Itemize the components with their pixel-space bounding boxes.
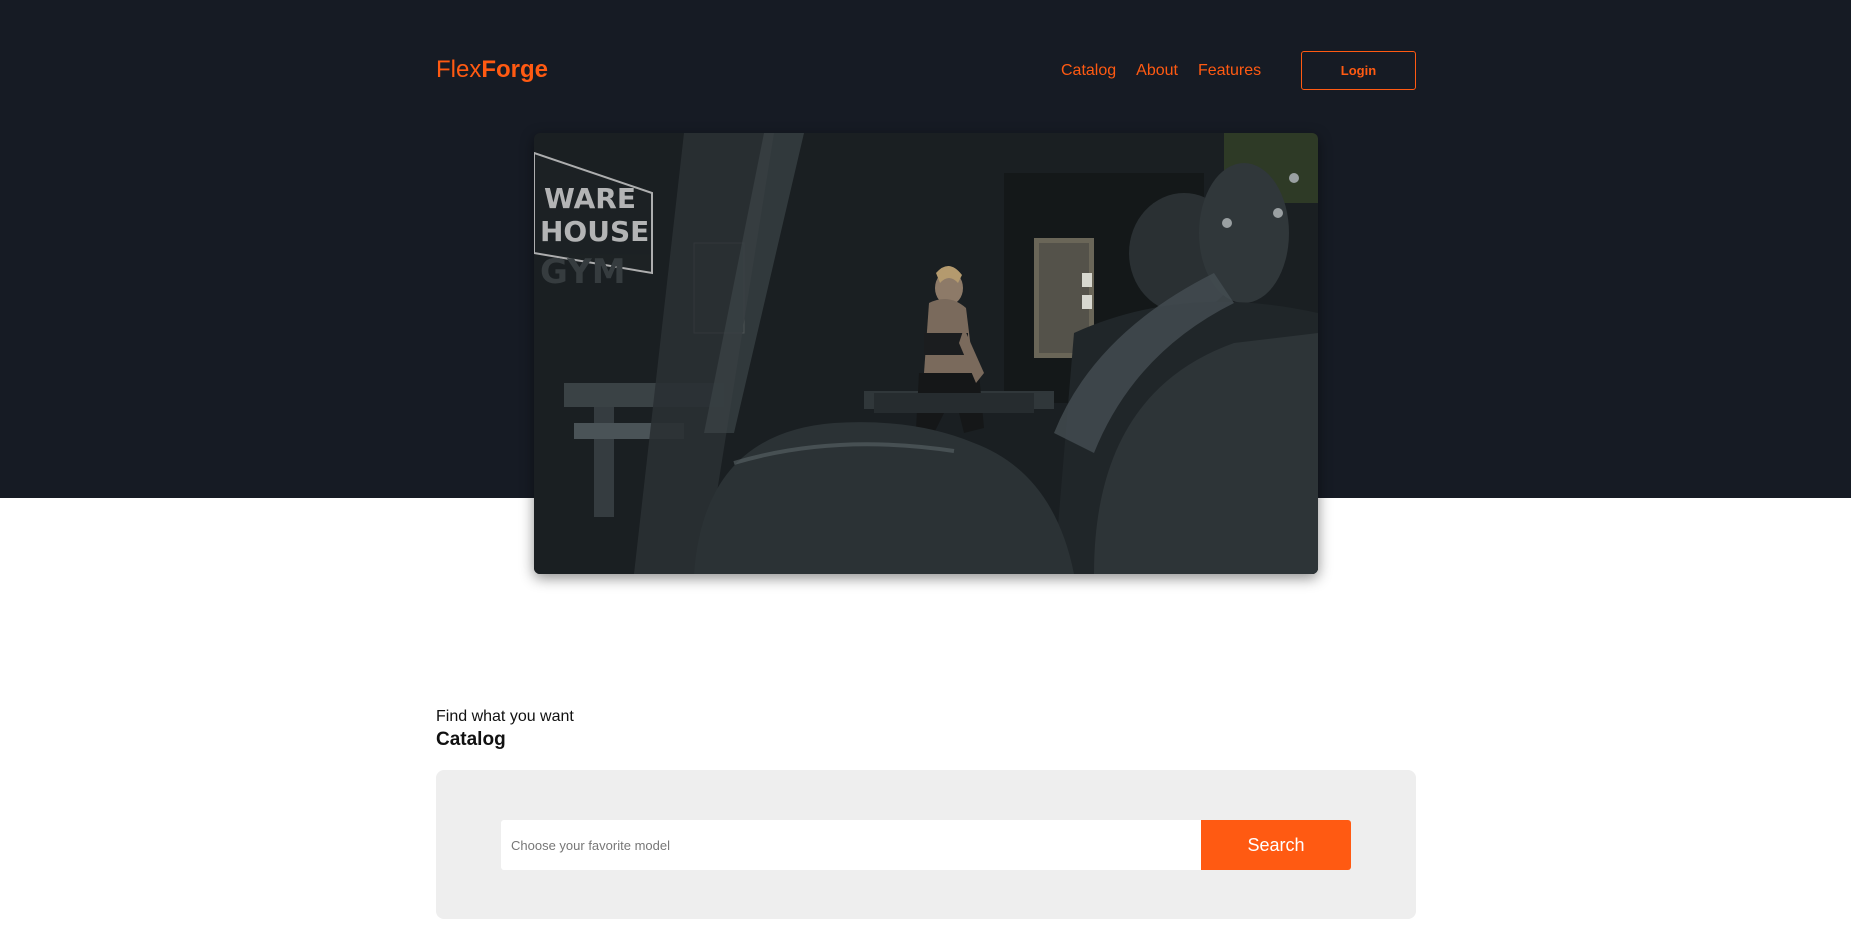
- gym-sign-text-3: GYM: [540, 252, 626, 292]
- search-button[interactable]: Search: [1201, 820, 1351, 870]
- nav-link-catalog[interactable]: Catalog: [1061, 61, 1116, 81]
- brand-name-light: Flex: [436, 56, 482, 83]
- gym-sign-text-2: HOUSE: [540, 215, 649, 248]
- nav-link-features[interactable]: Features: [1198, 61, 1261, 81]
- main-nav: Catalog About Features: [1061, 61, 1261, 81]
- brand-logo[interactable]: FlexForge: [436, 56, 548, 84]
- catalog-heading: Find what you want Catalog: [436, 708, 574, 752]
- search-input[interactable]: [501, 820, 1203, 870]
- gym-sign-text-1: WARE: [544, 182, 636, 215]
- nav-link-about[interactable]: About: [1136, 61, 1178, 81]
- site-header: FlexForge Catalog About Features Login: [436, 50, 1416, 90]
- search-panel: Search: [436, 770, 1416, 919]
- catalog-title: Catalog: [436, 729, 506, 750]
- gym-scene-illustration: WARE HOUSE GYM: [534, 133, 1318, 574]
- catalog-subtitle: Find what you want: [436, 708, 574, 725]
- login-button[interactable]: Login: [1301, 51, 1416, 90]
- brand-name-bold: Forge: [481, 56, 549, 83]
- hero-video[interactable]: WARE HOUSE GYM: [534, 133, 1318, 574]
